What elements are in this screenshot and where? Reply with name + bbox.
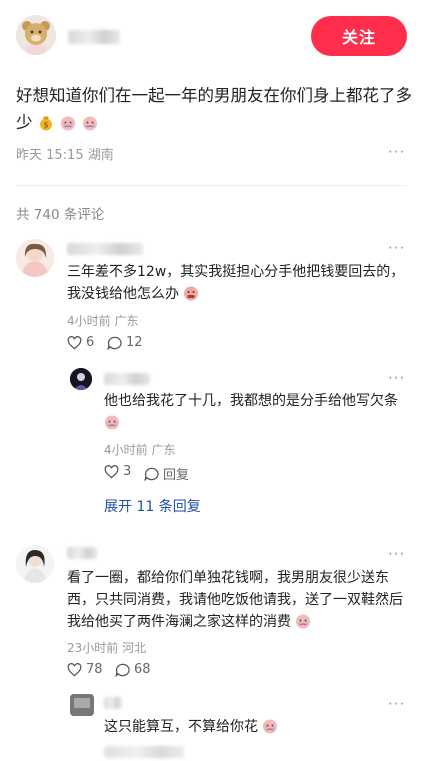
- comment-text: 看了一圈，都给你们单独花钱啊，我男朋友很少送东西，只共同消费，我请他吃饭他请我，…: [67, 567, 409, 633]
- post-more-icon[interactable]: ···: [388, 143, 405, 161]
- heart-icon: [67, 662, 82, 676]
- reply-more-icon[interactable]: ···: [388, 369, 405, 387]
- user-avatar-icon: [70, 694, 94, 716]
- like-button[interactable]: 3: [104, 464, 131, 479]
- reply-count: 68: [134, 662, 151, 677]
- divider: [16, 185, 407, 186]
- reply-name-blurred[interactable]: [104, 373, 150, 385]
- commenter-name-blurred[interactable]: [67, 547, 97, 559]
- sad-face-emoji-icon: [184, 286, 199, 301]
- reply-label: 回复: [163, 468, 190, 483]
- author-name-blurred[interactable]: [68, 30, 120, 44]
- comment-meta: 23小时前 河北: [67, 641, 147, 655]
- bear-avatar-icon: [16, 15, 56, 55]
- money-bag-emoji-icon: $: [39, 116, 52, 131]
- reply-button[interactable]: 回复: [144, 464, 189, 483]
- commenter-avatar[interactable]: [16, 239, 54, 277]
- comment-more-icon[interactable]: ···: [388, 239, 405, 257]
- post-content: 好想知道你们在一起一年的男朋友在你们身上都花了多少 $: [16, 82, 416, 136]
- reply-more-icon[interactable]: ···: [388, 695, 405, 713]
- like-count: 6: [86, 335, 95, 350]
- comment-text-body: 三年差不多12w，其实我挺担心分手他把钱要回去的，我没钱给他怎么办: [67, 264, 405, 302]
- like-count: 78: [86, 662, 103, 677]
- reply-avatar[interactable]: [70, 694, 94, 716]
- like-count: 3: [123, 464, 132, 479]
- reply-button[interactable]: 68: [115, 662, 151, 677]
- commenter-name-blurred[interactable]: [67, 243, 143, 255]
- svg-text:$: $: [43, 121, 48, 130]
- follow-button[interactable]: 关注: [311, 16, 407, 56]
- comment-more-icon[interactable]: ···: [388, 545, 405, 563]
- heart-icon: [104, 464, 119, 478]
- author-avatar[interactable]: [16, 15, 56, 55]
- reply-meta: 4小时前 广东: [104, 443, 176, 457]
- comment-bubble-icon: [115, 663, 130, 677]
- watermark-blurred: [104, 746, 184, 758]
- crying-face-emoji-icon: [61, 116, 75, 131]
- reply-text: 他也给我花了十几，我都想的是分手给他写欠条: [104, 390, 409, 434]
- reply-text: 这只能算互，不算给你花: [104, 716, 409, 738]
- user-avatar-icon: [70, 368, 92, 390]
- crying-face-emoji-icon: [105, 415, 119, 430]
- like-button[interactable]: 6: [67, 335, 94, 350]
- crying-face-emoji-icon: [83, 116, 98, 131]
- reply-count: 12: [126, 335, 143, 350]
- comment-meta: 4小时前 广东: [67, 314, 139, 328]
- user-avatar-icon: [16, 545, 54, 583]
- crying-face-emoji-icon: [263, 719, 278, 734]
- reply-button[interactable]: 12: [107, 335, 143, 350]
- crying-face-emoji-icon: [296, 614, 311, 629]
- expand-replies-link[interactable]: 展开 11 条回复: [104, 496, 201, 516]
- commenter-avatar[interactable]: [16, 545, 54, 583]
- reply-text-body: 他也给我花了十几，我都想的是分手给他写欠条: [104, 393, 398, 409]
- reply-name-blurred[interactable]: [104, 697, 122, 709]
- heart-icon: [67, 335, 82, 349]
- post-meta: 昨天 15:15 湖南: [16, 148, 114, 163]
- comment-text-body: 看了一圈，都给你们单独花钱啊，我男朋友很少送东西，只共同消费，我请他吃饭他请我，…: [67, 570, 403, 630]
- comment-bubble-icon: [107, 336, 122, 350]
- reply-text-body: 这只能算互，不算给你花: [104, 719, 258, 735]
- user-avatar-icon: [16, 239, 54, 277]
- like-button[interactable]: 78: [67, 662, 103, 677]
- comment-count: 共 740 条评论: [16, 207, 105, 223]
- reply-avatar[interactable]: [70, 368, 92, 390]
- comment-bubble-icon: [144, 467, 159, 481]
- comment-text: 三年差不多12w，其实我挺担心分手他把钱要回去的，我没钱给他怎么办: [67, 261, 407, 305]
